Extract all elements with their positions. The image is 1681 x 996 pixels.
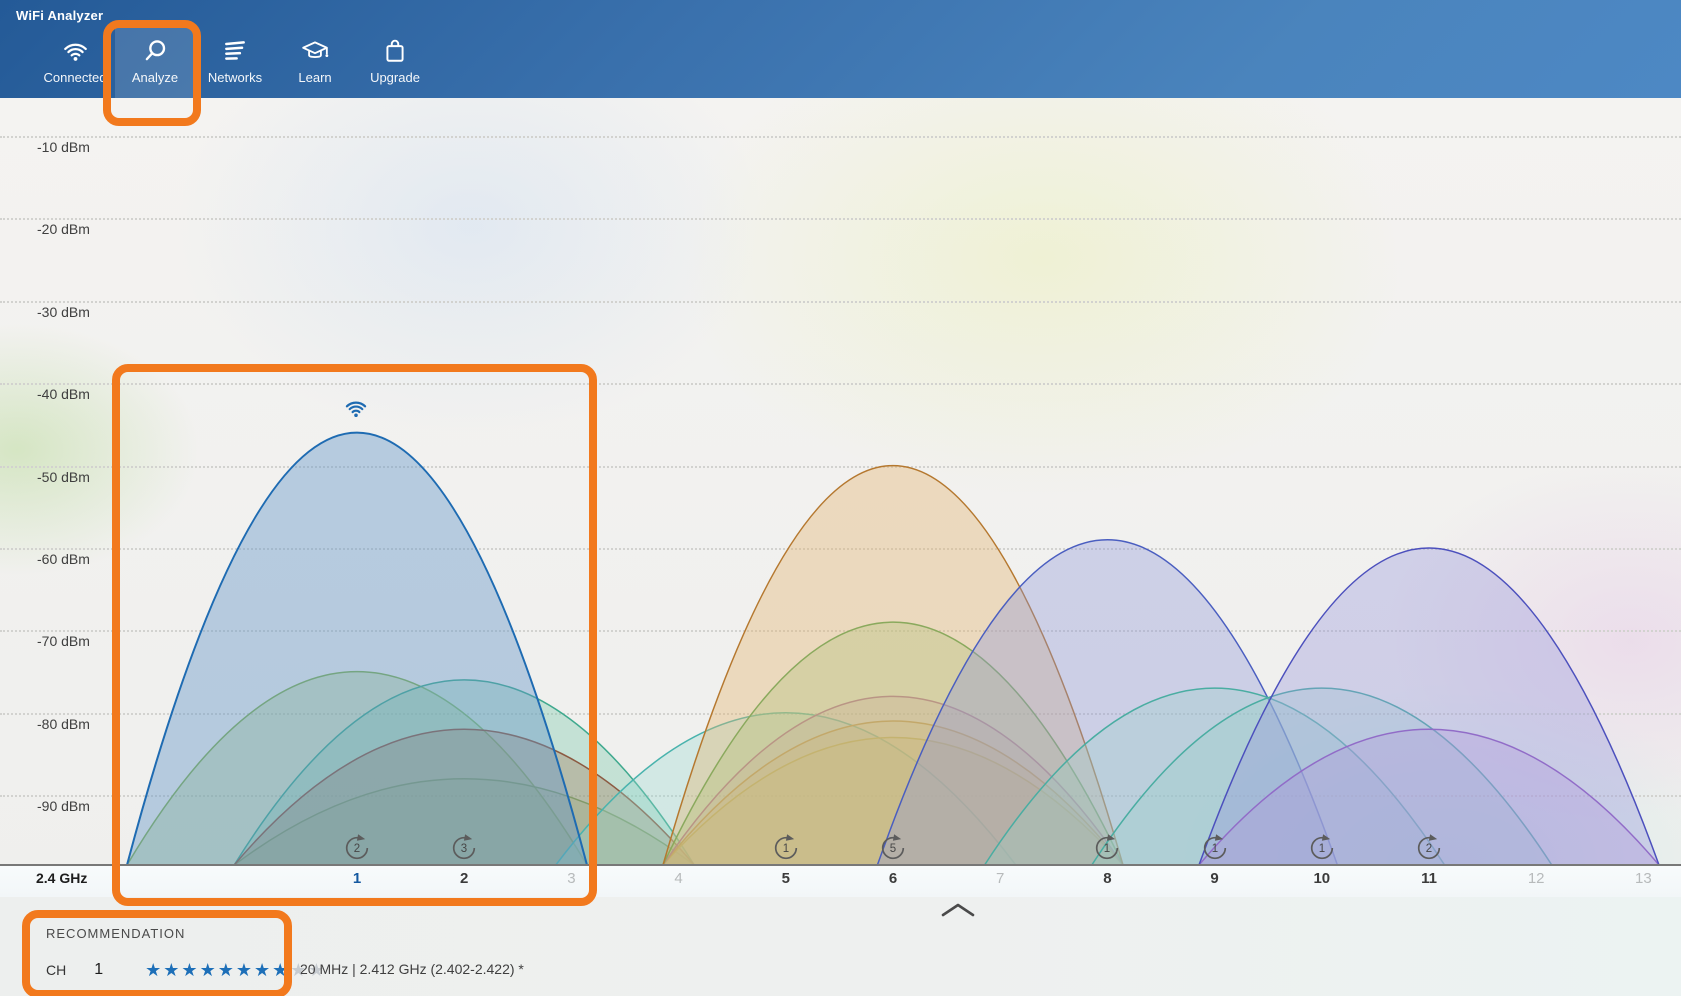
recommendation-heading: RECOMMENDATION xyxy=(46,926,185,941)
channel-label-2[interactable]: 2 xyxy=(442,870,486,887)
channel-label-10[interactable]: 10 xyxy=(1300,870,1344,887)
svg-text:5: 5 xyxy=(890,843,896,855)
star-filled: ★ xyxy=(254,960,272,980)
star-filled: ★ xyxy=(181,960,199,980)
channel-label-13[interactable]: 13 xyxy=(1621,870,1665,887)
network-count-badge-ch8: 1 xyxy=(1092,833,1122,863)
title-bar: WiFi Analyzer Connected Analyze Networks… xyxy=(0,0,1681,98)
network-count-badge-ch6: 5 xyxy=(878,833,908,863)
channel-label-9[interactable]: 9 xyxy=(1193,870,1237,887)
star-filled: ★ xyxy=(236,960,254,980)
channel-label-1[interactable]: 1 xyxy=(335,870,379,887)
svg-text:1: 1 xyxy=(1211,843,1217,855)
channel-label-8[interactable]: 8 xyxy=(1085,870,1129,887)
tab-label: Analyze xyxy=(132,70,178,85)
network-curve-ch11[interactable] xyxy=(1199,548,1659,865)
network-curve-ch1[interactable] xyxy=(127,433,587,865)
svg-text:3: 3 xyxy=(461,843,467,855)
tab-connected[interactable]: Connected xyxy=(35,26,115,98)
connected-network-wifi-icon xyxy=(347,403,365,417)
wifi-analyzer-window: WiFi Analyzer Connected Analyze Networks… xyxy=(0,0,1681,996)
recommendation-details: 20 MHz | 2.412 GHz (2.402-2.422) * xyxy=(300,961,524,977)
svg-text:2: 2 xyxy=(354,843,360,855)
app-title: WiFi Analyzer xyxy=(16,8,103,23)
nav-tabs: Connected Analyze Networks Learn Upgrade xyxy=(35,26,435,98)
spectrum-chart xyxy=(0,100,1681,865)
tab-label: Connected xyxy=(44,70,107,85)
network-count-badge-ch9: 1 xyxy=(1200,833,1230,863)
tab-analyze[interactable]: Analyze xyxy=(115,26,195,98)
tab-networks[interactable]: Networks xyxy=(195,26,275,98)
tab-upgrade[interactable]: Upgrade xyxy=(355,26,435,98)
star-filled: ★ xyxy=(200,960,218,980)
svg-text:2: 2 xyxy=(1426,843,1432,855)
svg-text:1: 1 xyxy=(783,843,789,855)
network-list-icon xyxy=(222,36,248,66)
star-filled: ★ xyxy=(145,960,163,980)
graduation-cap-icon xyxy=(301,36,329,66)
tab-label: Networks xyxy=(208,70,262,85)
recommendation-row: CH 1 ★★★★★★★★★★ xyxy=(46,958,327,982)
svg-text:1: 1 xyxy=(1104,843,1110,855)
channel-label-6[interactable]: 6 xyxy=(871,870,915,887)
tab-label: Learn xyxy=(298,70,331,85)
channel-label-11[interactable]: 11 xyxy=(1407,870,1451,887)
network-count-badge-ch5: 1 xyxy=(771,833,801,863)
star-filled: ★ xyxy=(218,960,236,980)
network-count-badge-ch2: 3 xyxy=(449,833,479,863)
channel-label-3[interactable]: 3 xyxy=(549,870,593,887)
magnifier-icon xyxy=(142,36,168,66)
channel-label-4[interactable]: 4 xyxy=(657,870,701,887)
shopping-bag-icon xyxy=(383,36,407,66)
tab-learn[interactable]: Learn xyxy=(275,26,355,98)
network-count-badge-ch11: 2 xyxy=(1414,833,1444,863)
channel-label-7[interactable]: 7 xyxy=(978,870,1022,887)
star-filled: ★ xyxy=(272,960,290,980)
channel-label-12[interactable]: 12 xyxy=(1514,870,1558,887)
channel-label-5[interactable]: 5 xyxy=(764,870,808,887)
collapse-panel-chevron[interactable] xyxy=(939,901,977,919)
band-label: 2.4 GHz xyxy=(36,870,87,886)
svg-text:1: 1 xyxy=(1319,843,1325,855)
wifi-icon xyxy=(62,36,89,66)
network-count-badge-ch10: 1 xyxy=(1307,833,1337,863)
recommendation-ch-label: CH xyxy=(46,962,66,978)
recommended-channel-value: 1 xyxy=(94,961,103,979)
tab-label: Upgrade xyxy=(370,70,420,85)
network-count-badge-ch1: 2 xyxy=(342,833,372,863)
star-filled: ★ xyxy=(163,960,181,980)
